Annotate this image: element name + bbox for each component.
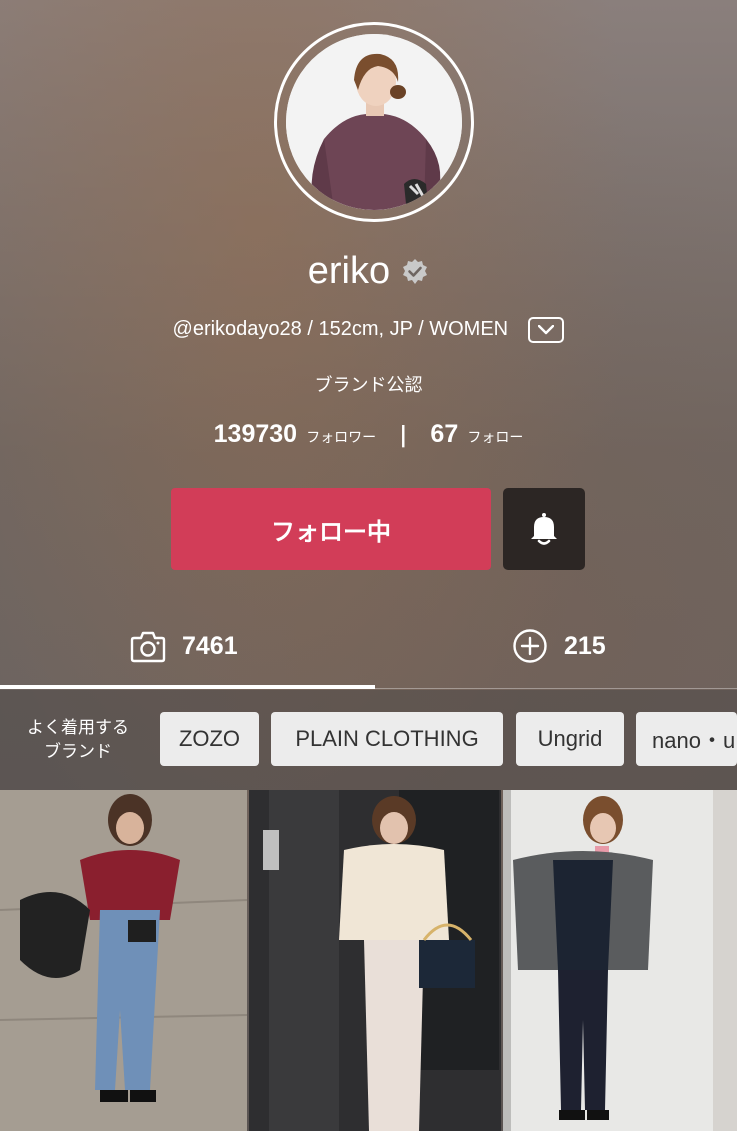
posts-grid [0, 790, 737, 1131]
profile-details-dropdown[interactable] [528, 316, 565, 343]
tab-posts[interactable]: 7461 [130, 620, 238, 672]
profile-meta-row: @erikodayo28 / 152cm, JP / WOMEN [0, 316, 737, 343]
avatar[interactable] [274, 22, 474, 222]
following-label: フォロー [467, 430, 524, 446]
tab-active-indicator [0, 685, 375, 689]
brand-chip[interactable]: nano・u [636, 712, 737, 766]
post-thumbnail[interactable] [503, 790, 737, 1131]
avatar-image [286, 34, 462, 210]
followers-link[interactable]: 139730 フォロワー [214, 420, 382, 448]
post-thumbnail[interactable] [249, 790, 501, 1131]
frequent-brands-label-line2: ブランド [44, 742, 112, 762]
frequent-brands-label-line1: よく着用する [27, 718, 129, 738]
posts-count: 7461 [182, 631, 238, 660]
profile-header: eriko @erikodayo28 / 152cm, JP / WOMEN ブ… [0, 0, 737, 790]
post-thumbnail[interactable] [0, 790, 247, 1131]
profile-meta: @erikodayo28 / 152cm, JP / WOMEN [172, 318, 509, 340]
stats-separator: | [399, 423, 408, 448]
frequent-brands-label: よく着用する ブランド [16, 716, 140, 764]
following-link[interactable]: 67 フォロー [430, 420, 524, 448]
notification-bell-button[interactable] [503, 488, 585, 570]
following-button[interactable]: フォロー中 [171, 488, 491, 570]
follow-stats: 139730 フォロワー | 67 フォロー [0, 420, 737, 449]
tab-collections[interactable]: 215 [512, 620, 606, 672]
verified-badge-icon [401, 258, 429, 286]
brand-chip[interactable]: ZOZO [160, 712, 259, 766]
brand-chip[interactable]: Ungrid [516, 712, 624, 766]
profile-name-row: eriko [0, 250, 737, 293]
official-badge-text: ブランド公認 [314, 375, 423, 396]
following-count: 67 [430, 420, 459, 448]
followers-count: 139730 [213, 420, 298, 448]
collections-count: 215 [564, 631, 606, 660]
plus-circle-icon [513, 629, 547, 663]
camera-icon [130, 631, 166, 663]
brand-chip[interactable]: PLAIN CLOTHING [271, 712, 503, 766]
bell-icon [531, 513, 557, 545]
chevron-down-icon [538, 324, 555, 334]
followers-label: フォロワー [306, 430, 377, 446]
profile-name: eriko [307, 250, 391, 292]
